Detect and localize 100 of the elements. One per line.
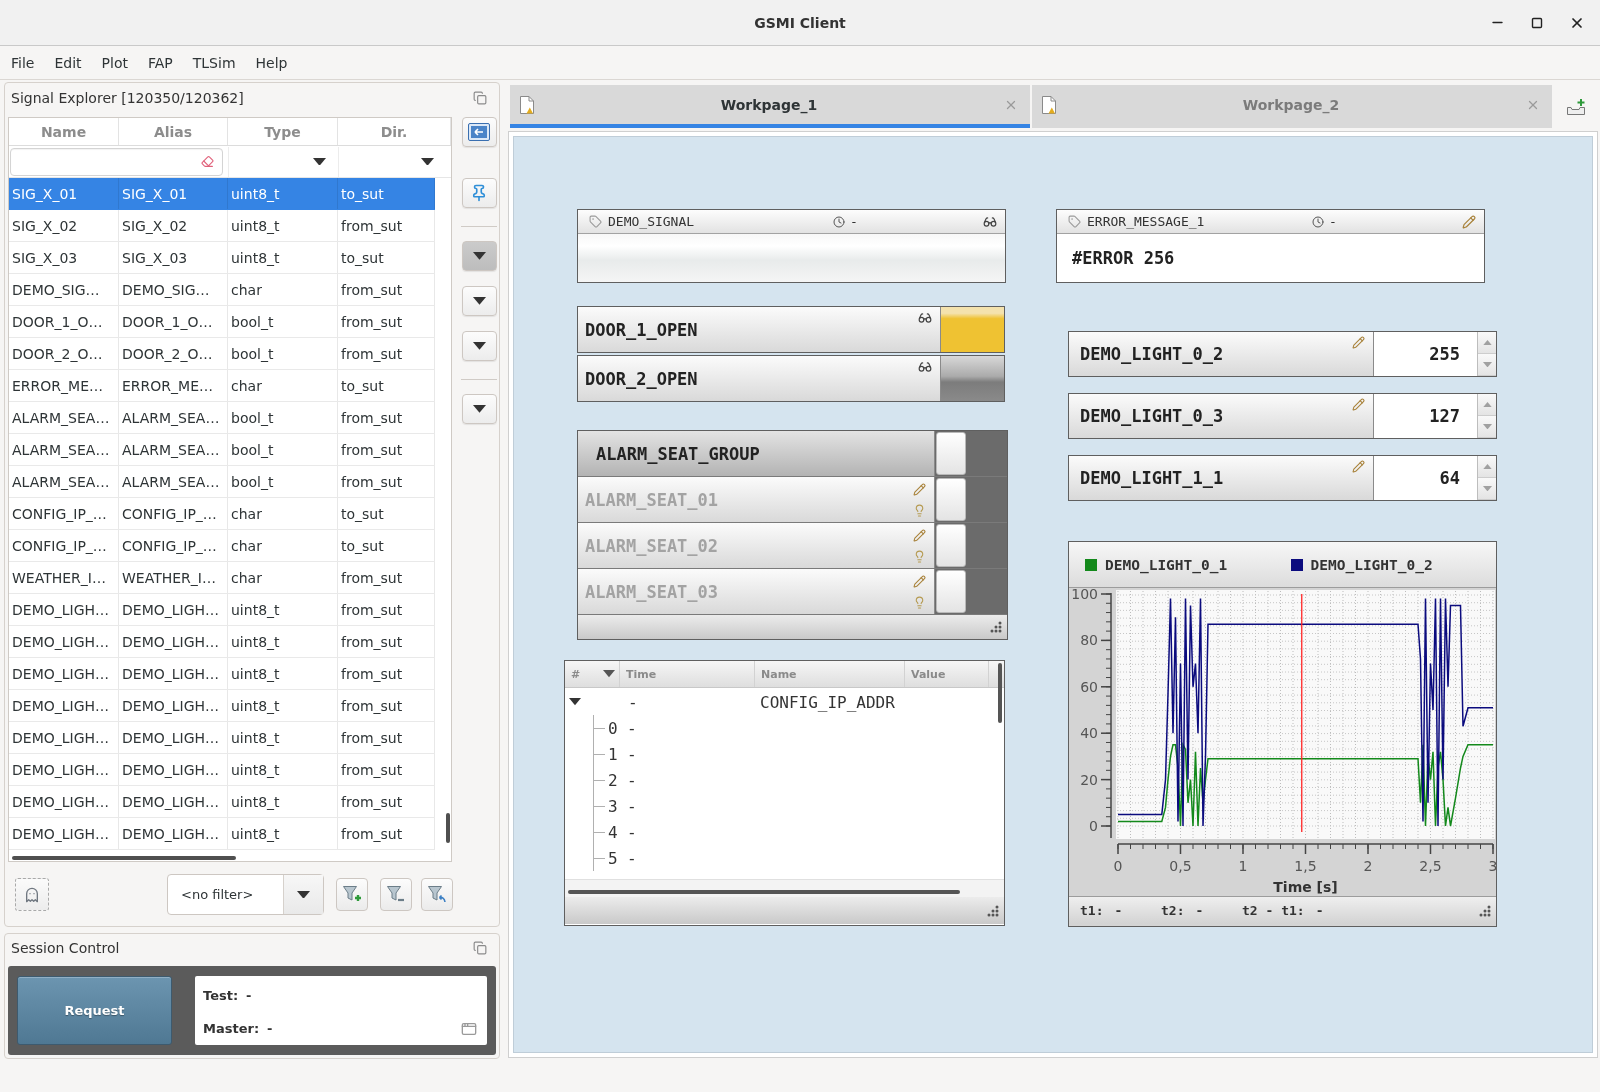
- maximize-icon[interactable]: [1531, 16, 1543, 29]
- menu-item[interactable]: FAP: [137, 54, 183, 71]
- window-icon[interactable]: [461, 1020, 477, 1037]
- table-row[interactable]: ALARM_SEA… ALARM_SEA… bool_t from_sut: [9, 466, 435, 498]
- table-row[interactable]: ERROR_ME… ERROR_ME… char to_sut: [9, 370, 435, 402]
- table-row[interactable]: DEMO_LIGH… DEMO_LIGH… uint8_t from_sut: [9, 626, 435, 658]
- triangle-up-icon: [1482, 401, 1492, 408]
- menu-item[interactable]: Plot: [91, 54, 138, 71]
- expand-caret-icon[interactable]: [569, 698, 581, 706]
- table-row[interactable]: CONFIG_IP_… CONFIG_IP_… char to_sut: [9, 530, 435, 562]
- table-cell: to_sut: [338, 370, 435, 401]
- table-row[interactable]: DEMO_LIGH… DEMO_LIGH… uint8_t from_sut: [9, 818, 435, 850]
- table-row[interactable]: DEMO_LIGH… DEMO_LIGH… uint8_t from_sut: [9, 690, 435, 722]
- table-row[interactable]: SIG_X_03 SIG_X_03 uint8_t to_sut: [9, 242, 435, 274]
- field-value: -: [246, 988, 252, 1003]
- axis-tick-label: 80: [1080, 632, 1098, 649]
- resize-grip-icon[interactable]: [1479, 904, 1491, 917]
- spin-up-button[interactable]: [1478, 394, 1496, 416]
- toolbar-button[interactable]: [461, 331, 497, 361]
- table-cell: char: [228, 530, 338, 561]
- document-icon: [520, 95, 534, 114]
- table-row[interactable]: ALARM_SEA… ALARM_SEA… bool_t from_sut: [9, 434, 435, 466]
- resize-grip-icon[interactable]: [987, 904, 999, 917]
- scrollbar[interactable]: [568, 890, 960, 894]
- pencil-icon[interactable]: [913, 528, 926, 542]
- signal-name: ALARM_SEAT_03: [585, 581, 720, 602]
- table-row[interactable]: DEMO_LIGH… DEMO_LIGH… uint8_t from_sut: [9, 786, 435, 818]
- number-field[interactable]: 127: [1374, 394, 1477, 438]
- resize-grip-icon[interactable]: [990, 621, 1002, 633]
- filter-apply-button[interactable]: [421, 878, 453, 911]
- table-cell: uint8_t: [228, 626, 338, 657]
- table-row[interactable]: DEMO_LIGH… DEMO_LIGH… uint8_t from_sut: [9, 722, 435, 754]
- table-cell: from_sut: [338, 626, 435, 657]
- table-row[interactable]: DEMO_LIGH… DEMO_LIGH… uint8_t from_sut: [9, 594, 435, 626]
- spin-down-button[interactable]: [1478, 354, 1496, 376]
- table-row[interactable]: CONFIG_IP_… CONFIG_IP_… char to_sut: [9, 498, 435, 530]
- pencil-icon[interactable]: [1352, 460, 1365, 473]
- scrollbar[interactable]: [446, 813, 450, 843]
- filter-remove-button[interactable]: [380, 878, 412, 911]
- restore-icon[interactable]: [473, 941, 487, 955]
- filter-add-button[interactable]: [336, 878, 368, 911]
- pin-icon: [470, 184, 488, 202]
- scrollbar[interactable]: [998, 663, 1002, 723]
- cursor-line[interactable]: [1301, 593, 1303, 833]
- toggle-switch[interactable]: [935, 431, 1007, 476]
- table-row[interactable]: WEATHER_I… WEATHER_I… char from_sut: [9, 562, 435, 594]
- table-row[interactable]: DEMO_LIGH… DEMO_LIGH… uint8_t from_sut: [9, 754, 435, 786]
- table-cell: to_sut: [338, 498, 435, 529]
- table-cell: 4: [608, 822, 618, 842]
- add-tab-icon[interactable]: [1566, 98, 1586, 115]
- toolbar-button[interactable]: [461, 286, 497, 316]
- caret-icon: [472, 405, 486, 413]
- filter-dropdown[interactable]: <no filter>: [167, 874, 324, 915]
- scrollbar[interactable]: [12, 856, 236, 860]
- pencil-icon[interactable]: [913, 482, 926, 496]
- menu-item[interactable]: File: [1, 54, 45, 71]
- caret-icon: [472, 252, 486, 260]
- table-row[interactable]: SIG_X_01 SIG_X_01 uint8_t to_sut: [9, 178, 435, 210]
- table-row[interactable]: DEMO_SIG… DEMO_SIG… char from_sut: [9, 274, 435, 306]
- spin-down-button[interactable]: [1478, 478, 1496, 500]
- document-icon: [1042, 95, 1056, 114]
- table-cell: SIG_X_01: [9, 178, 119, 209]
- request-button[interactable]: Request: [17, 976, 172, 1045]
- restore-icon[interactable]: [473, 91, 487, 105]
- menu-item[interactable]: Help: [245, 54, 298, 71]
- name-filter-field[interactable]: [10, 147, 223, 176]
- menu-item[interactable]: Edit: [44, 54, 92, 71]
- signal-name: DEMO_SIGNAL: [608, 214, 696, 229]
- spin-down-button[interactable]: [1478, 416, 1496, 438]
- pencil-icon[interactable]: [1352, 398, 1365, 411]
- signal-name: DEMO_LIGHT_0_3: [1080, 406, 1225, 426]
- menu-item[interactable]: TLSim: [182, 54, 246, 71]
- table-cell: uint8_t: [228, 818, 338, 849]
- table-row[interactable]: DEMO_LIGH… DEMO_LIGH… uint8_t from_sut: [9, 658, 435, 690]
- signal-name: DEMO_LIGHT_0_2: [1080, 344, 1225, 364]
- glasses-icon: [918, 311, 932, 325]
- spin-up-button[interactable]: [1478, 332, 1496, 354]
- tab[interactable]: Workpage_1: [510, 85, 1030, 128]
- pencil-icon[interactable]: [1462, 214, 1476, 229]
- table-row[interactable]: SIG_X_02 SIG_X_02 uint8_t from_sut: [9, 210, 435, 242]
- number-field[interactable]: 255: [1374, 332, 1477, 376]
- table-row[interactable]: ALARM_SEA… ALARM_SEA… bool_t from_sut: [9, 402, 435, 434]
- table-cell: DEMO_LIGH…: [119, 690, 228, 721]
- toolbar-button[interactable]: [461, 394, 497, 424]
- ghost-button[interactable]: [15, 878, 49, 911]
- table-cell: SIG_X_03: [119, 242, 228, 273]
- eraser-icon[interactable]: [201, 155, 214, 168]
- toolbar-button[interactable]: [461, 241, 497, 271]
- spin-up-button[interactable]: [1478, 456, 1496, 478]
- table-cell-text: -: [627, 692, 638, 712]
- table-row[interactable]: DOOR_2_O… DOOR_2_O… bool_t from_sut: [9, 338, 435, 370]
- table-row[interactable]: DOOR_1_O… DOOR_1_O… bool_t from_sut: [9, 306, 435, 338]
- table-cell: char: [228, 274, 338, 305]
- pencil-icon[interactable]: [1352, 336, 1365, 349]
- number-field[interactable]: 64: [1374, 456, 1477, 500]
- signal-name: ALARM_SEAT_01: [585, 489, 720, 510]
- pencil-icon[interactable]: [913, 574, 926, 588]
- table-cell: from_sut: [338, 786, 435, 817]
- table-cell: 2: [608, 770, 618, 790]
- table-cell: SIG_X_02: [119, 210, 228, 241]
